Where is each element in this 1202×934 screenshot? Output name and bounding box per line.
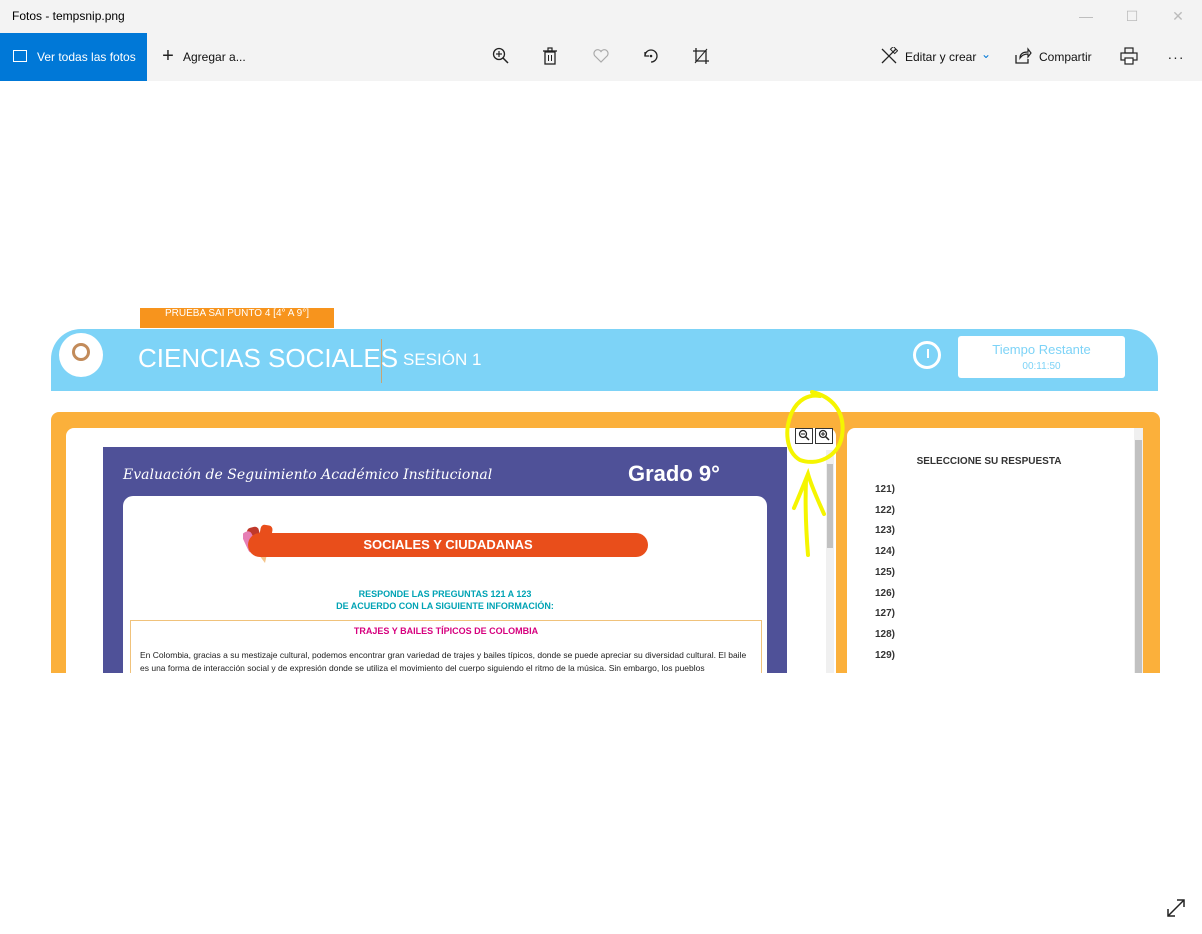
answer-item[interactable]: 128) <box>875 629 895 640</box>
view-all-photos-label: Ver todas las fotos <box>37 50 136 64</box>
share-button[interactable]: Compartir <box>1013 33 1098 81</box>
exam-document: Evaluación de Seguimiento Académico Inst… <box>103 447 787 673</box>
answer-item[interactable]: 126) <box>875 588 895 599</box>
minimize-button[interactable]: — <box>1063 0 1109 33</box>
expand-icon[interactable] <box>1166 898 1186 924</box>
passage-box: TRAJES Y BAILES TÍPICOS DE COLOMBIA En C… <box>130 620 762 673</box>
photos-toolbar: Ver todas las fotos + Agregar a... Edita… <box>0 33 1202 81</box>
view-all-photos-button[interactable]: Ver todas las fotos <box>0 33 147 81</box>
section-banner: SOCIALES Y CIUDADANAS <box>248 533 648 557</box>
close-button[interactable]: ✕ <box>1155 0 1201 33</box>
print-icon[interactable] <box>1119 47 1139 67</box>
exam-tag: PRUEBA SAI PUNTO 4 [4° A 9°] <box>140 308 334 328</box>
answer-item[interactable]: 122) <box>875 505 895 516</box>
answer-panel: SELECCIONE SU RESPUESTA 121) 122) 123) 1… <box>847 428 1143 673</box>
chevron-down-icon: ⌄ <box>981 47 992 61</box>
answer-item[interactable]: 124) <box>875 546 895 557</box>
answer-item[interactable]: 121) <box>875 484 895 495</box>
answer-item[interactable]: 123) <box>875 525 895 536</box>
answer-panel-title: SELECCIONE SU RESPUESTA <box>916 456 1062 467</box>
share-label: Compartir <box>1039 50 1092 64</box>
rotate-icon[interactable] <box>641 47 661 67</box>
plus-icon: + <box>162 45 174 67</box>
document-scrollbar[interactable] <box>826 450 834 673</box>
timer-value: 00:11:50 <box>1022 361 1061 372</box>
document-header-title: Evaluación de Seguimiento Académico Inst… <box>123 467 493 483</box>
share-icon <box>1013 47 1033 67</box>
document-body: SOCIALES Y CIUDADANAS RESPONDE LAS PREGU… <box>123 496 767 673</box>
crop-icon[interactable] <box>691 47 711 67</box>
add-to-label: Agregar a... <box>183 50 246 64</box>
answer-scrollbar-thumb[interactable] <box>1135 440 1142 673</box>
edit-create-button[interactable]: Editar y crear ⌄ <box>879 33 994 81</box>
alarm-clock-icon <box>913 341 941 369</box>
passage-title: TRAJES Y BAILES TÍPICOS DE COLOMBIA <box>353 626 539 636</box>
trash-icon[interactable] <box>540 47 560 67</box>
zoom-in-icon[interactable] <box>491 47 511 67</box>
header-divider <box>381 339 382 383</box>
add-to-button[interactable]: + Agregar a... <box>158 33 258 81</box>
document-scrollbar-thumb[interactable] <box>827 464 833 548</box>
edit-create-label: Editar y crear <box>905 50 977 64</box>
exam-header: CIENCIAS SOCIALES SESIÓN 1 Tiempo Restan… <box>51 329 1158 391</box>
timer-label: Tiempo Restante <box>992 342 1091 357</box>
answer-scrollbar[interactable] <box>1134 428 1143 673</box>
instruction-line-1: RESPONDE LAS PREGUNTAS 121 A 123 <box>358 589 532 599</box>
passage-text: En Colombia, gracias a su mestizaje cult… <box>140 650 747 673</box>
instruction-line-2: DE ACUERDO CON LA SIGUIENTE INFORMACIÓN: <box>336 601 554 611</box>
subject-title: CIENCIAS SOCIALES <box>138 343 399 373</box>
question-panel: Evaluación de Seguimiento Académico Inst… <box>66 428 836 673</box>
school-logo <box>59 333 103 377</box>
session-label: SESIÓN 1 <box>403 350 482 369</box>
zoom-in-icon[interactable] <box>815 428 833 444</box>
maximize-button[interactable]: ☐ <box>1109 0 1155 33</box>
more-options-button[interactable]: ··· <box>1166 47 1186 67</box>
edit-create-icon <box>879 45 899 67</box>
window-titlebar: Fotos - tempsnip.png — ☐ ✕ <box>0 0 1202 33</box>
answer-item[interactable]: 125) <box>875 567 895 578</box>
timer-box: Tiempo Restante 00:11:50 <box>958 336 1125 378</box>
answer-item[interactable]: 127) <box>875 608 895 619</box>
zoom-out-icon[interactable] <box>795 428 813 444</box>
heart-icon[interactable] <box>591 47 611 67</box>
window-title: Fotos - tempsnip.png <box>12 9 125 23</box>
answer-item[interactable]: 129) <box>875 650 895 661</box>
document-grade: Grado 9° <box>628 461 720 486</box>
picture-icon <box>13 50 27 62</box>
